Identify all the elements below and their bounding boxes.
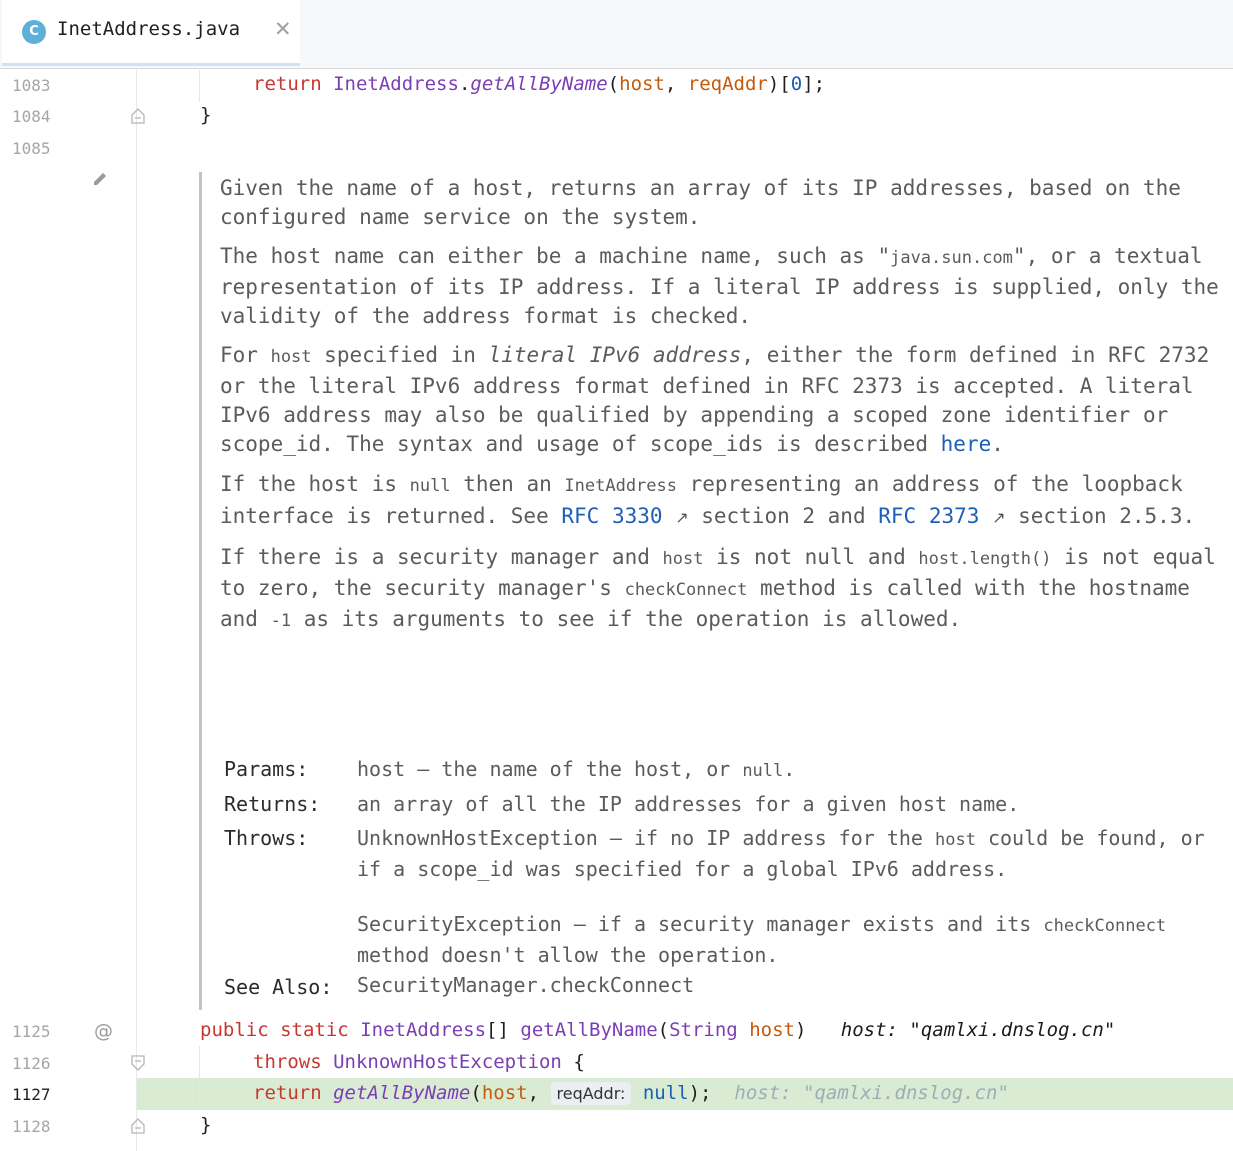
here-link[interactable]: here (941, 432, 992, 456)
close-icon[interactable]: ✕ (274, 17, 292, 41)
inline-debug-value: host: "qamlxi.dnslog.cn" (840, 1019, 1116, 1041)
throws-label: Throws: (224, 826, 309, 850)
throws-text-2: SecurityException – if a security manage… (357, 912, 1167, 967)
line-number: 1128 (12, 1117, 51, 1136)
code-line-1127[interactable]: return getAllByName(host, reqAddr: null)… (253, 1082, 1009, 1105)
params-text: host – the name of the host, or null. (357, 757, 796, 781)
parameter-hint: reqAddr: (550, 1082, 632, 1105)
doc-paragraph: If the host is null then an InetAddress … (220, 472, 1196, 528)
indent-guide (199, 1046, 200, 1108)
code-line-1126[interactable]: throws UnknownHostException { (253, 1051, 585, 1073)
see-also-text: SecurityManager.checkConnect (357, 971, 1217, 1000)
fold-end-icon[interactable] (130, 1117, 146, 1135)
line-number: 1126 (12, 1054, 51, 1073)
line-number: 1084 (12, 107, 51, 126)
external-link-icon: ↗ (992, 508, 1006, 527)
securityexception-link[interactable]: SecurityException (357, 912, 562, 936)
tab-inetaddress-java[interactable]: C InetAddress.java ✕ (2, 0, 300, 66)
inline-debug-value: host: "qamlxi.dnslog.cn" (734, 1082, 1009, 1104)
doc-paragraph: For host specified in literal IPv6 addre… (220, 343, 1210, 456)
returns-label: Returns: (224, 792, 321, 816)
doc-summary: Given the name of a host, returns an arr… (220, 176, 1181, 229)
javadoc-border (199, 172, 202, 1010)
external-link-icon: ↗ (675, 508, 689, 527)
fold-start-icon[interactable] (130, 1054, 146, 1072)
code-line-1128[interactable]: } (200, 1114, 211, 1136)
line-number: 1083 (12, 76, 51, 95)
doc-paragraph: If there is a security manager and host … (220, 545, 1216, 631)
rfc-2373-link[interactable]: RFC 2373 (878, 504, 979, 528)
unknownhostexception-link[interactable]: UnknownHostException (357, 826, 598, 850)
line-number-current: 1127 (12, 1085, 51, 1104)
rendered-javadoc: Given the name of a host, returns an arr… (220, 174, 1230, 646)
toggle-rendered-view-icon[interactable] (91, 170, 109, 188)
see-also-label: See Also: (224, 975, 333, 999)
rfc-3330-link[interactable]: RFC 3330 (561, 504, 662, 528)
code-line-1125[interactable]: public static InetAddress[] getAllByName… (200, 1019, 1115, 1041)
at-annotation-icon[interactable]: @ (94, 1020, 113, 1042)
throws-text-1: UnknownHostException – if no IP address … (357, 826, 1205, 881)
securitymanager-checkconnect-link[interactable]: SecurityManager.checkConnect (357, 973, 694, 997)
params-label: Params: (224, 757, 309, 781)
indent-guide (199, 70, 200, 102)
line-number: 1125 (12, 1022, 51, 1041)
editor-gutter[interactable] (0, 69, 137, 1151)
tab-label: InetAddress.java (57, 18, 241, 40)
gutter-divider (136, 69, 137, 1151)
code-line-1083[interactable]: return InetAddress.getAllByName(host, re… (253, 73, 825, 95)
code-line-1084[interactable]: } (200, 104, 211, 126)
doc-paragraph: The host name can either be a machine na… (220, 244, 1219, 328)
fold-end-icon[interactable] (130, 107, 146, 125)
java-class-icon: C (22, 20, 46, 44)
line-number: 1085 (12, 139, 51, 158)
editor-tab-bar: C InetAddress.java ✕ (0, 0, 1233, 69)
returns-text: an array of all the IP addresses for a g… (357, 792, 1020, 816)
